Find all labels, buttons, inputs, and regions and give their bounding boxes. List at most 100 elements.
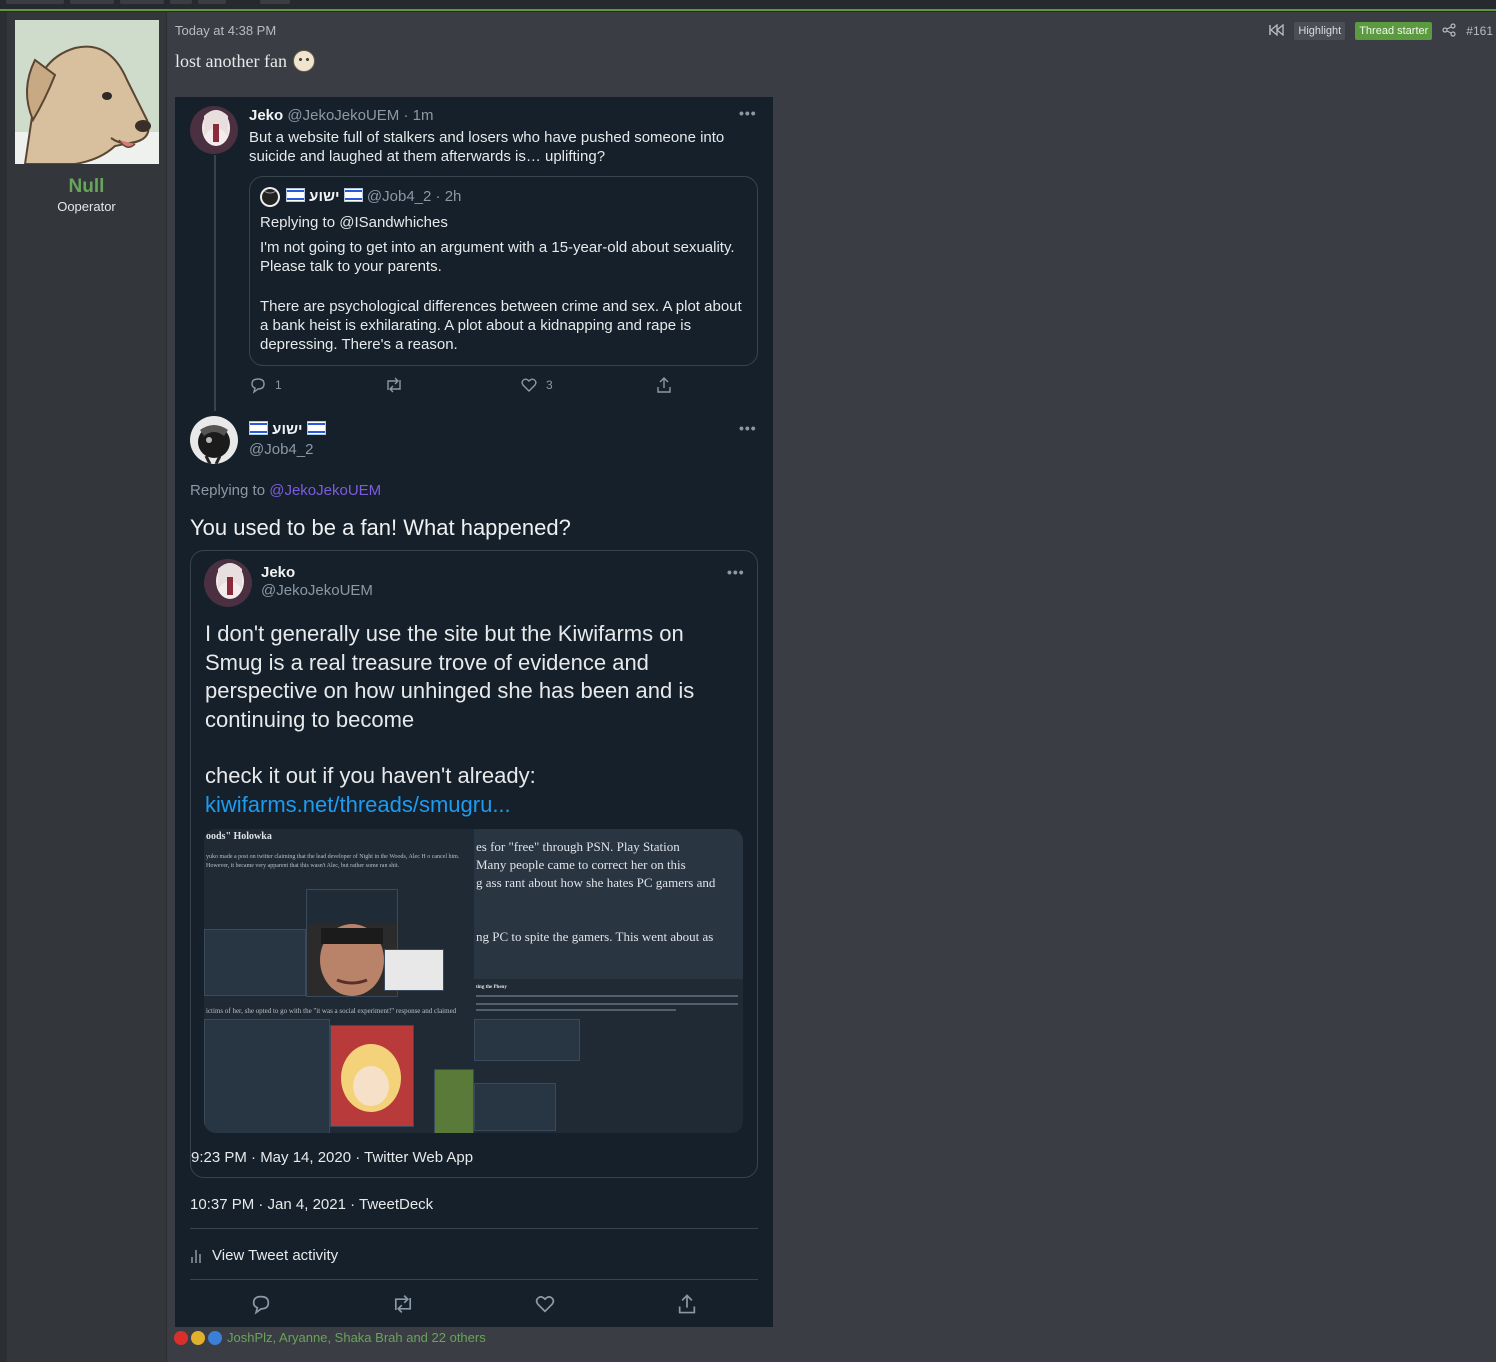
nav-tab[interactable] [70,0,114,4]
job-avatar [190,416,238,464]
quoted-tweet[interactable]: ישוע @Job4_2 · 2h Replying to @ISandwhic… [249,176,758,366]
embedded-handle: @JekoJekoUEM [261,582,373,599]
embedded-author-name: Jeko [261,564,296,581]
user-title: Ooperator [57,199,116,214]
heart-icon [535,1296,555,1313]
view-activity-label: View Tweet activity [212,1247,339,1264]
tweet2-action-bar [250,1293,710,1315]
highlight-button[interactable]: Highlight [1294,22,1346,40]
tweet2-author-name: ישוע [272,421,303,438]
collage-right-line2: Many people came to correct her on this [476,857,686,872]
like-reaction-icon [208,1330,222,1345]
quoted-handle-time: @Job4_2 · 2h [366,188,462,205]
collage-right-line1: es for "free" through PSN. Play Station [476,839,680,854]
rewind-icon[interactable] [1268,23,1285,39]
like-count: 3 [546,378,553,392]
collage-text-line [476,1003,738,1005]
collage-left-title: oods" Holowka [206,831,272,842]
retweet-button[interactable] [391,1293,415,1315]
reaction-names[interactable]: JoshPlz, Aryanne, Shaka Brah [227,1330,403,1345]
israel-flag-icon [343,188,363,202]
quoted-avatar [260,187,280,207]
replying-prefix: Replying to [190,482,270,499]
post-number-link[interactable]: #161 [1466,24,1493,38]
collage-anime-image [330,1025,414,1127]
retweet-icon [394,1295,412,1313]
quoted-author-name: ישוע [309,188,340,205]
quoted-text-2: There are psychological differences betw… [260,298,742,353]
quoted-replying-to: Replying to @ISandwhiches [260,214,448,231]
reaction-others[interactable]: and 22 others [403,1330,486,1345]
reactions-bar[interactable]: JoshPlz, Aryanne, Shaka Brah and 22 othe… [174,1330,486,1345]
upload-icon [678,1294,696,1314]
sad-face-icon [292,50,315,72]
post-date[interactable]: Today at 4:38 PM [175,23,276,38]
user-column: Null Ooperator [7,12,167,1362]
tweet-handle-time: @JekoJekoUEM · 1m [287,107,434,124]
embedded-text-block: I don't generally use the site but the K… [205,620,745,819]
reaction-users[interactable]: JoshPlz, Aryanne, Shaka Brah and 22 othe… [227,1330,486,1345]
collage-left-caption: ictims of her, she opted to go with the … [206,1007,457,1015]
reply-count: 1 [275,378,282,392]
reply-icon [251,378,265,394]
post-header-actions: Highlight Thread starter #161 [1268,21,1493,41]
heart-reaction-icon [174,1330,188,1345]
more-options-icon[interactable]: ••• [739,420,757,436]
share-tweet-button[interactable] [655,376,673,394]
collage-right-screenshot: ting the Pheny [474,979,743,1133]
nav-tab[interactable] [170,0,192,4]
image-collage[interactable]: oods" Holowka yuko made a post on twitte… [204,829,743,1133]
collage-right-line3: g ass rant about how she hates PC gamers… [476,875,716,890]
tweet2-meta: 10:37 PM · Jan 4, 2021 · TweetDeck [190,1196,434,1213]
more-options-icon[interactable]: ••• [727,564,745,580]
collage-text-line [476,1009,676,1011]
like-button[interactable] [534,1293,556,1315]
nav-tab[interactable] [260,0,290,4]
nav-tab[interactable] [6,0,64,4]
replying-handle-link[interactable]: @JekoJekoUEM [269,482,381,499]
collage-right-line4: ng PC to spite the gamers. This went abo… [476,929,714,944]
retweet-button[interactable] [384,376,404,394]
thread-connector [214,155,216,411]
collage-tweet-thumb [204,1019,330,1133]
reply-button[interactable] [250,1293,272,1315]
view-activity-button[interactable]: View Tweet activity [190,1246,338,1265]
upload-icon [657,377,671,393]
post-body: lost another fan [175,50,315,72]
thread-starter-badge: Thread starter [1355,22,1433,40]
embedded-tweet[interactable]: ••• Jeko @JekoJekoUEM I don't generally … [190,550,758,1178]
tweet2-handle: @Job4_2 [249,441,314,458]
medal-reaction-icon [191,1330,205,1345]
like-button[interactable]: 3 [520,376,553,394]
collage-left-body: yuko made a post on twitter claiming tha… [206,854,460,869]
embedded-text: I don't generally use the site but the K… [205,621,695,732]
post-body-text: lost another fan [175,50,287,71]
share-tweet-button[interactable] [676,1293,698,1315]
reply-button[interactable]: 1 [249,376,282,394]
jeko-avatar [204,559,252,607]
embedded-link[interactable]: kiwifarms.net/threads/smugru... [205,791,745,820]
embedded-text-2: check it out if you haven't already: [205,763,536,788]
bar-chart-icon [191,1249,201,1263]
collage-tweet-thumb [474,1083,556,1131]
tweet-author-name: Jeko [249,107,284,124]
reply-icon [252,1295,270,1315]
tweet-screenshot: ••• Jeko @JekoJekoUEM · 1m But a website… [175,97,773,1327]
user-avatar[interactable] [15,20,159,164]
collage-text-line [476,995,738,997]
embedded-meta-text: 9:23 PM · May 14, 2020 · Twitter Web App [191,1149,474,1166]
nav-tab[interactable] [198,0,226,4]
collage-tweet-thumb [204,929,306,996]
nav-tab[interactable] [120,0,164,4]
jeko-avatar [190,106,238,154]
more-options-icon[interactable]: ••• [739,105,757,121]
top-nav-bar [0,0,1496,12]
collage-right-caption: ting the Pheny [476,985,507,990]
share-icon[interactable] [1442,22,1456,40]
tweet-text: But a website full of stalkers and loser… [249,129,725,165]
username[interactable]: Null [7,176,166,198]
israel-flag-icon [249,421,268,435]
dog-avatar-image [15,20,159,164]
heart-icon [521,378,537,392]
retweet-icon [387,377,401,393]
